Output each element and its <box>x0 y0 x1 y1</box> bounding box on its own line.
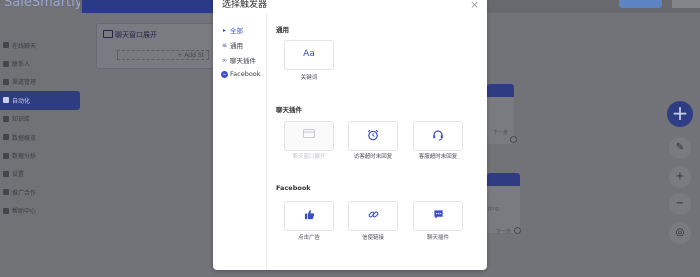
flow-step-card-header <box>487 84 514 97</box>
category-sidebar: ▸ 全部 ≡ 通用 ∞ 聊天插件 Facebook <box>213 14 267 270</box>
partner-icon <box>3 189 9 196</box>
trigger-node-title: 聊天窗口展开 <box>115 31 157 39</box>
sidebar-item-overview[interactable]: 数据概览 <box>0 128 80 146</box>
magic-wand-icon[interactable]: ✎ <box>669 137 691 159</box>
zoom-in-icon[interactable]: + <box>669 166 691 188</box>
section-title-chat-plugin: 聊天插件 <box>276 106 302 114</box>
chat-bubble-icon <box>414 209 462 220</box>
trigger-visitor-timeout[interactable] <box>348 121 398 151</box>
help-icon <box>3 207 9 214</box>
trigger-fb-chat-plugin[interactable] <box>413 201 463 231</box>
section-title-facebook: Facebook <box>276 184 311 192</box>
category-all[interactable]: ▸ 全部 <box>221 25 243 36</box>
sidebar-item-label: 联系人 <box>12 61 31 69</box>
publish-button[interactable] <box>619 0 662 8</box>
sidebar-item-label: 知识库 <box>12 116 31 124</box>
sidebar-item-analytics[interactable]: 数据分析 <box>0 146 80 164</box>
automation-icon <box>3 97 9 104</box>
step-text: ping <box>488 206 499 212</box>
trigger-ad-click[interactable] <box>284 201 334 231</box>
step-next-label: 下一步 <box>493 130 509 136</box>
alarm-clock-icon <box>349 129 397 141</box>
thumbs-up-icon <box>285 209 333 220</box>
sidebar-item-label: 在线聊天 <box>12 42 37 50</box>
sidebar-item-label: 推广合作 <box>12 189 37 197</box>
top-bar-active-tab[interactable] <box>82 0 222 13</box>
category-label: 通用 <box>230 42 243 50</box>
sidebar-item-channels[interactable]: 渠道管理 <box>0 73 80 91</box>
sidebar-item-partner[interactable]: 推广合作 <box>0 183 80 201</box>
knowledge-icon <box>3 115 9 122</box>
trigger-agent-timeout[interactable] <box>413 121 463 151</box>
connector-dot[interactable] <box>514 227 521 234</box>
chat-icon <box>3 42 9 49</box>
trigger-label: 聊天插件 <box>426 235 449 241</box>
sidebar-item-contacts[interactable]: 联系人 <box>0 54 80 72</box>
window-icon <box>103 30 113 38</box>
add-node-fab[interactable]: + <box>667 101 693 127</box>
settings-icon <box>3 170 9 177</box>
caret-right-icon: ▸ <box>222 26 226 34</box>
trigger-label: 客服超时未回复 <box>418 154 458 160</box>
plugin-icon: ∞ <box>222 56 227 64</box>
sidebar-item-label: 自动化 <box>12 97 31 105</box>
flow-step-card-header <box>487 173 520 186</box>
sidebar-item-automation[interactable]: 自动化 <box>0 91 80 110</box>
trigger-chat-window-open <box>284 121 334 151</box>
top-secondary-button[interactable] <box>672 0 700 8</box>
overview-icon <box>3 134 9 141</box>
trigger-messenger-link[interactable] <box>348 201 398 231</box>
keyword-icon: Aa <box>303 49 315 59</box>
sidebar-item-label: 数据概览 <box>12 134 37 142</box>
connector-dot[interactable] <box>510 136 517 143</box>
zoom-out-icon[interactable]: − <box>669 193 691 215</box>
trigger-keyword[interactable]: Aa <box>284 40 334 70</box>
messenger-icon <box>221 70 228 78</box>
list-icon: ≡ <box>221 41 228 49</box>
channel-icon <box>3 78 9 85</box>
brand-logo: SaleSmartly <box>4 0 83 10</box>
section-title-general: 通用 <box>276 26 289 34</box>
category-label: Facebook <box>230 70 261 78</box>
sidebar-item-label: 设置 <box>12 171 25 179</box>
category-label: 聊天插件 <box>230 57 256 65</box>
trigger-picker-dialog: 选择触发器 × ▸ 全部 ≡ 通用 ∞ 聊天插件 Facebook 通用 Aa … <box>213 0 487 270</box>
sidebar-item-label: 渠道管理 <box>12 79 37 87</box>
category-chat-plugin[interactable]: ∞ 聊天插件 <box>221 55 256 66</box>
sidebar-item-settings[interactable]: 设置 <box>0 165 80 183</box>
sidebar: SaleSmartly 在线聊天 联系人 渠道管理 自动化 知识库 数据概览 数… <box>0 0 83 277</box>
contacts-icon <box>3 60 9 67</box>
headset-icon <box>414 129 462 141</box>
trigger-node[interactable]: 聊天窗口展开 + Add St <box>96 23 216 69</box>
sidebar-item-label: 数据分析 <box>12 153 37 161</box>
sidebar-item-help[interactable]: 帮助中心 <box>0 202 80 220</box>
step-next-label: 下一步 <box>496 229 512 235</box>
flow-step-card[interactable] <box>487 173 520 233</box>
link-icon <box>349 209 397 220</box>
close-icon[interactable]: × <box>470 0 479 10</box>
category-label: 全部 <box>230 27 243 35</box>
sidebar-nav: 在线聊天 联系人 渠道管理 自动化 知识库 数据概览 数据分析 设置 推广合作 … <box>0 36 80 220</box>
sidebar-item-label: 帮助中心 <box>12 208 37 216</box>
dialog-title: 选择触发器 <box>222 0 268 10</box>
analytics-icon <box>3 152 9 159</box>
locate-icon[interactable]: ◎ <box>669 222 691 244</box>
window-icon <box>285 129 333 138</box>
category-general[interactable]: ≡ 通用 <box>221 40 243 51</box>
category-facebook[interactable]: Facebook <box>221 70 261 78</box>
sidebar-item-chat[interactable]: 在线聊天 <box>0 36 80 54</box>
sidebar-item-knowledge[interactable]: 知识库 <box>0 110 80 128</box>
add-step-button[interactable]: + Add St <box>117 50 209 60</box>
trigger-label: 关键词 <box>300 75 318 81</box>
